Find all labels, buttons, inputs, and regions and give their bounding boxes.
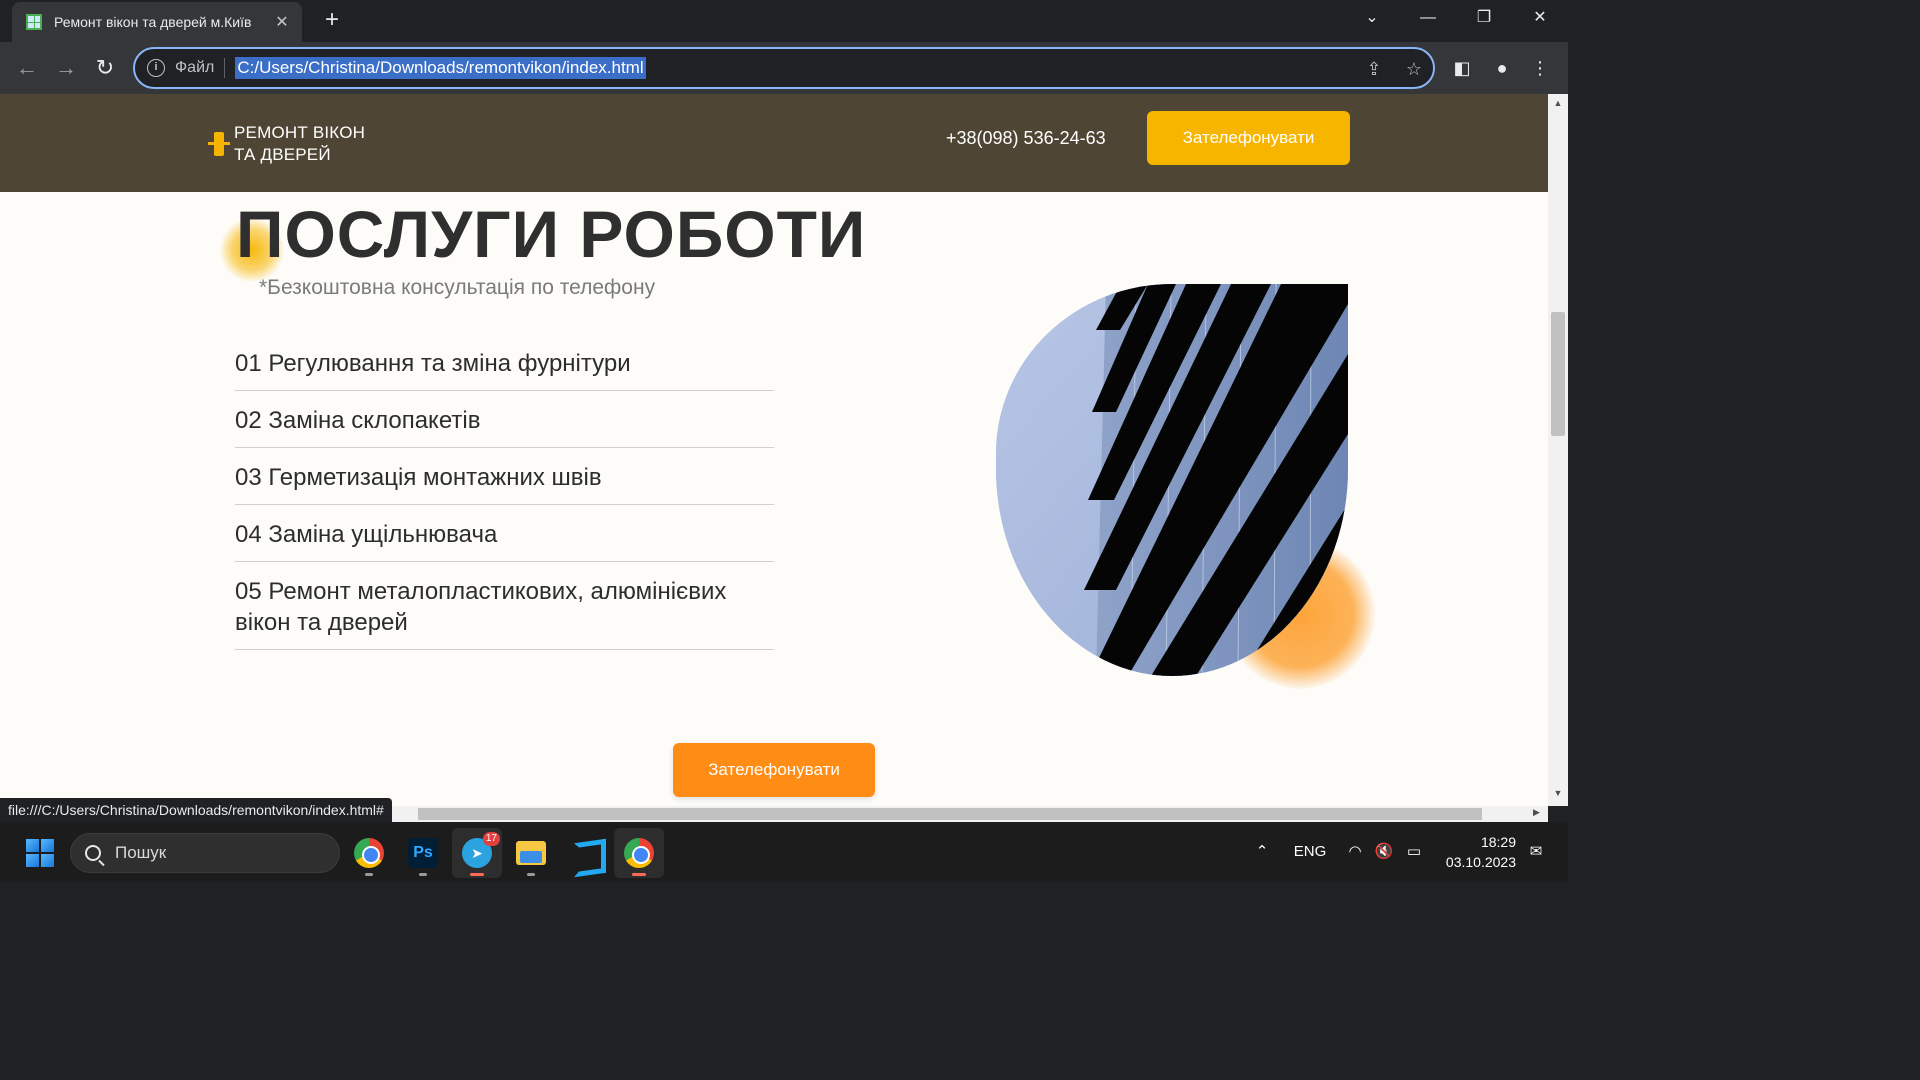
site-logo[interactable]: РЕМОНТ ВІКОН ТА ДВЕРЕЙ (208, 122, 365, 166)
close-window-button[interactable]: ✕ (1512, 0, 1568, 36)
scroll-down-arrow-icon[interactable]: ▼ (1553, 788, 1563, 798)
service-item: 03 Герметизація монтажних швів (235, 448, 774, 505)
sun-logo-icon (208, 126, 230, 162)
taskbar-photoshop-app[interactable]: Ps (398, 828, 448, 878)
windows-taskbar: Пошук Ps ➤ 17 ⌃ ENG ◠ 🔇 ▭ 18:29 03.10.202… (0, 822, 1568, 882)
forward-arrow-icon[interactable]: → (52, 54, 80, 82)
notifications-icon[interactable]: ✉ (1524, 822, 1548, 882)
page-viewport: РЕМОНТ ВІКОН ТА ДВЕРЕЙ +38(098) 536-24-6… (0, 94, 1548, 806)
taskbar-chrome-app[interactable] (344, 828, 394, 878)
vertical-scroll-thumb[interactable] (1551, 312, 1565, 436)
taskbar-chrome-app-active[interactable] (614, 828, 664, 878)
address-bar[interactable]: i Файл C:/Users/Christina/Downloads/remo… (133, 47, 1435, 89)
site-header: РЕМОНТ ВІКОН ТА ДВЕРЕЙ +38(098) 536-24-6… (0, 94, 1548, 192)
clock-date: 03.10.2023 (1445, 854, 1516, 870)
search-icon (85, 845, 101, 861)
scroll-up-arrow-icon[interactable]: ▲ (1553, 98, 1563, 108)
volume-muted-icon[interactable]: 🔇 (1372, 822, 1396, 882)
minimize-window-button[interactable]: — (1400, 0, 1456, 36)
scroll-right-arrow-icon[interactable]: ▶ (1533, 807, 1540, 818)
folder-icon (516, 841, 546, 865)
menu-kebab-icon[interactable]: ⋮ (1528, 56, 1552, 80)
search-label: Пошук (115, 843, 167, 862)
header-call-button[interactable]: Зателефонувати (1147, 111, 1350, 165)
reload-icon[interactable]: ↻ (91, 54, 119, 82)
wifi-icon[interactable]: ◠ (1343, 822, 1367, 882)
vscode-icon (570, 838, 600, 868)
horizontal-scroll-thumb[interactable] (418, 808, 1482, 820)
consultation-note: *Безкоштовна консультація по телефону (259, 276, 656, 299)
windows-start-icon[interactable] (26, 839, 54, 867)
show-hidden-icons-chevron-icon[interactable]: ⌃ (1250, 822, 1274, 882)
taskbar-clock[interactable]: 18:29 03.10.2023 (1438, 832, 1516, 872)
restore-window-button[interactable]: ❐ (1456, 0, 1512, 36)
browser-toolbar: ← → ↻ i Файл C:/Users/Christina/Download… (0, 42, 1568, 94)
bookmark-star-icon[interactable]: ☆ (1403, 58, 1425, 80)
telegram-unread-badge: 17 (482, 832, 500, 846)
service-item: 04 Заміна ущільнювача (235, 505, 774, 562)
section-title: ПОСЛУГИ РОБОТИ (236, 197, 867, 271)
taskbar-search[interactable]: Пошук (70, 833, 340, 873)
service-item: 02 Заміна склопакетів (235, 391, 774, 448)
site-favicon-icon (26, 14, 42, 30)
taskbar-file-explorer-app[interactable] (506, 828, 556, 878)
taskbar-vscode-app[interactable] (560, 828, 610, 878)
vertical-scrollbar[interactable]: ▲ ▼ (1548, 94, 1568, 806)
profile-avatar-icon[interactable]: ● (1490, 56, 1514, 80)
omnibox-divider (224, 58, 226, 78)
tab-title: Ремонт вікон та дверей м.Київ (54, 14, 252, 30)
taskbar-telegram-app[interactable]: ➤ 17 (452, 828, 502, 878)
main-call-button[interactable]: Зателефонувати (673, 743, 875, 797)
site-info-icon[interactable]: i (147, 59, 165, 77)
browser-tab-active[interactable]: Ремонт вікон та дверей м.Київ ✕ (12, 2, 302, 42)
file-scheme-label: Файл (175, 59, 215, 76)
side-panel-icon[interactable]: ◧ (1450, 56, 1474, 80)
telegram-icon: ➤ 17 (462, 832, 500, 868)
service-item: 01 Регулювання та зміна фурнітури (235, 334, 774, 391)
battery-icon[interactable]: ▭ (1402, 822, 1426, 882)
logo-line-1: РЕМОНТ ВІКОН (234, 123, 366, 142)
chrome-icon (354, 838, 384, 868)
back-arrow-icon[interactable]: ← (13, 54, 41, 82)
share-icon[interactable]: ⇪ (1363, 58, 1385, 80)
url-text[interactable]: C:/Users/Christina/Downloads/remontvikon… (235, 57, 646, 79)
logo-line-2: ТА ДВЕРЕЙ (234, 145, 331, 164)
tab-search-chevron-icon[interactable]: ⌄ (1344, 0, 1400, 36)
input-language[interactable]: ENG (1290, 822, 1330, 882)
services-list: 01 Регулювання та зміна фурнітури 02 Зам… (235, 334, 774, 650)
service-item: 05 Ремонт металопластикових, алюмінієвих… (235, 562, 774, 650)
new-tab-button[interactable]: + (318, 6, 346, 34)
chrome-icon (624, 838, 654, 868)
clock-time: 18:29 (1480, 834, 1516, 850)
phone-number[interactable]: +38(098) 536-24-63 (946, 128, 1106, 149)
tab-strip: Ремонт вікон та дверей м.Київ ✕ + ⌄ — ❐ … (0, 0, 1568, 42)
tab-close-icon[interactable]: ✕ (272, 12, 292, 32)
link-status-bar: file:///C:/Users/Christina/Downloads/rem… (0, 798, 392, 822)
photoshop-icon: Ps (408, 838, 438, 868)
